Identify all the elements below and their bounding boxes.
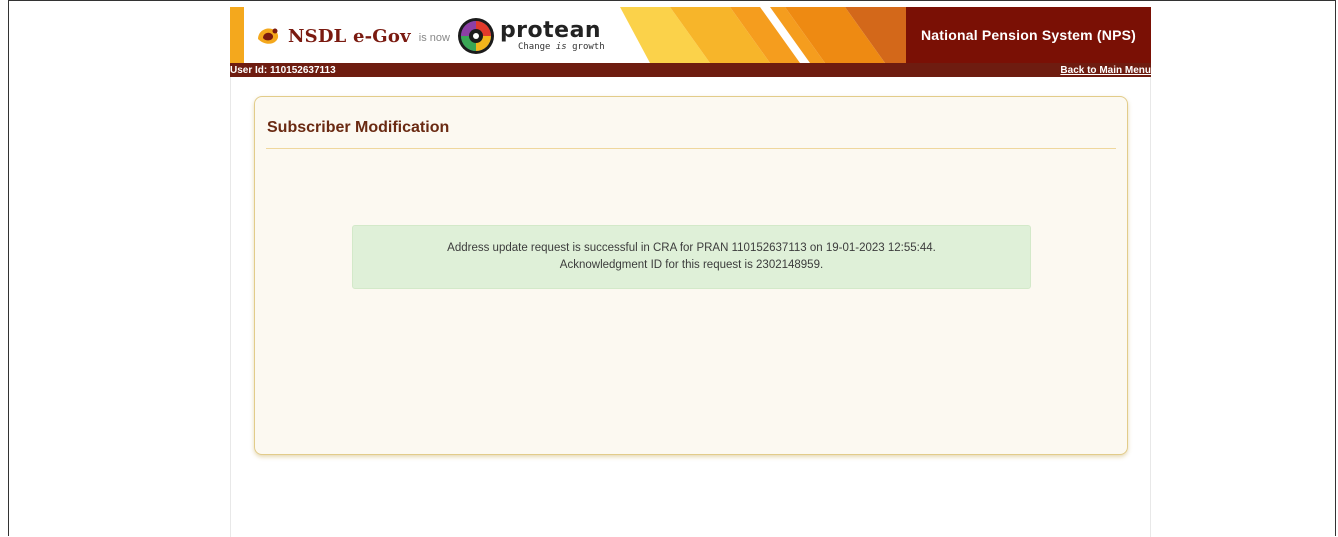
logo-area: NSDL e-Gov is now protean Change is grow… [256, 13, 605, 59]
page-title: Subscriber Modification [267, 119, 450, 136]
success-message: Address update request is successful in … [352, 225, 1031, 289]
nsdl-logo-icon [258, 28, 279, 44]
back-to-main-menu-link[interactable]: Back to Main Menu [1060, 65, 1151, 76]
nps-title-box: National Pension System (NPS) [906, 7, 1151, 63]
subscriber-modification-card: Subscriber Modification Address update r… [254, 96, 1128, 455]
protean-logo-icon [457, 18, 494, 54]
user-id-label: User Id: 110152637113 [230, 64, 336, 76]
user-bar: User Id: 110152637113 Back to Main Menu [230, 63, 1151, 77]
banner-stripes-decoration [620, 7, 910, 63]
success-message-line2: Acknowledgment ID for this request is 23… [559, 259, 824, 271]
is-now-text: is now [418, 31, 450, 44]
header-banner: NSDL e-Gov is now protean Change is grow… [230, 7, 1151, 63]
success-message-line1: Address update request is successful in … [447, 242, 936, 254]
protean-brand: protean Change is growth [500, 20, 605, 52]
title-divider [266, 148, 1116, 149]
banner-accent-bar [230, 7, 244, 63]
protean-tagline: Change is growth [517, 42, 605, 52]
nsdl-brand-text: NSDL e-Gov [288, 25, 411, 47]
system-title: National Pension System (NPS) [920, 27, 1137, 43]
protean-brand-text: protean [499, 18, 602, 43]
